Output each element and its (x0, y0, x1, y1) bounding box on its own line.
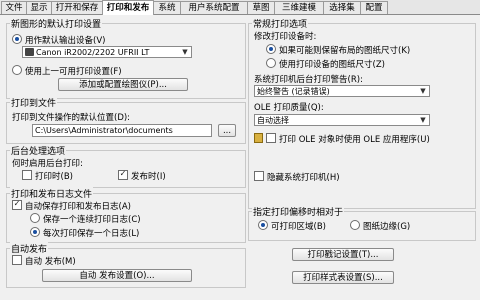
tab-display[interactable]: 显示 (26, 1, 52, 14)
background-plotting-checkbox[interactable]: 打印时(B) (22, 170, 73, 182)
options-tab-strip: 文件 显示 打开和保存 打印和发布 系统 用户系统配置 草图 三维建模 选择集 … (0, 0, 480, 15)
tab-system[interactable]: 系统 (153, 1, 181, 14)
auto-save-log-checkbox[interactable]: 自动保存打印和发布日志(A) (12, 200, 131, 212)
checkbox-checked-icon (118, 170, 128, 180)
use-device-paper-size-option[interactable]: 使用打印设备的图纸尺寸(Z) (266, 58, 385, 70)
radio-icon (12, 65, 22, 75)
checkbox-icon (22, 170, 32, 180)
plot-to-file-title: 打印到文件 (10, 96, 58, 109)
ole-quality-label: OLE 打印质量(Q): (254, 103, 324, 113)
chevron-down-icon: ▼ (182, 48, 188, 56)
background-publishing-checkbox[interactable]: 发布时(I) (118, 170, 166, 182)
auto-publish-checkbox[interactable]: 自动 发布(M) (12, 255, 76, 267)
tab-plot-publish[interactable]: 打印和发布 (102, 0, 154, 15)
plot-to-file-path-input[interactable]: C:\Users\Administrator\documents (32, 124, 212, 137)
radio-icon (266, 58, 276, 68)
tab-3d-modeling[interactable]: 三维建模 (274, 1, 324, 14)
radio-icon (30, 213, 40, 223)
tab-selection[interactable]: 选择集 (323, 1, 361, 14)
plot-stamp-settings-button[interactable]: 打印戳记设置(T)... (292, 248, 394, 261)
chevron-down-icon: ▼ (420, 87, 426, 95)
use-ole-app-checkbox[interactable]: 打印 OLE 对象时使用 OLE 应用程序(U) (254, 133, 430, 145)
auto-publish-title: 自动发布 (10, 242, 49, 255)
radio-selected-icon (266, 44, 276, 54)
checkbox-icon (266, 133, 276, 143)
checkbox-checked-icon (12, 200, 22, 210)
background-when-label: 何时启用后台打印: (12, 159, 83, 169)
background-processing-title: 后台处理选项 (10, 144, 67, 157)
hide-system-printers-checkbox[interactable]: 隐藏系统打印机(H) (254, 171, 340, 183)
tab-profiles[interactable]: 配置 (360, 1, 388, 14)
spooler-alert-label: 系统打印机后台打印警告(R): (254, 75, 363, 85)
new-plot-settings-title: 新图形的默认打印设置 (10, 17, 103, 30)
radio-selected-icon (30, 227, 40, 237)
radio-icon (350, 220, 360, 230)
tab-open-save[interactable]: 打开和保存 (51, 1, 103, 14)
log-per-plot-option[interactable]: 每次打印保存一个日志(L) (30, 227, 139, 239)
auto-publish-settings-button[interactable]: 自动 发布设置(O)... (42, 269, 192, 282)
printable-area-option[interactable]: 可打印区域(B) (258, 220, 326, 232)
plot-to-file-label: 打印到文件操作的默认位置(D): (12, 113, 131, 123)
keep-layout-paper-size-option[interactable]: 如果可能则保留布局的图纸尺寸(K) (266, 44, 410, 56)
spooler-alert-select[interactable]: 始终警告 (记录错误) ▼ (254, 85, 430, 97)
radio-selected-icon (258, 220, 268, 230)
output-device-select[interactable]: Canon iR2002/2202 UFRII LT ▼ (22, 46, 192, 58)
tab-drafting[interactable]: 草图 (247, 1, 275, 14)
tab-file[interactable]: 文件 (1, 1, 27, 14)
general-plot-options-title: 常规打印选项 (252, 17, 309, 30)
use-last-settings-option[interactable]: 使用上一可用打印设置(F) (12, 65, 122, 77)
radio-selected-icon (12, 34, 22, 44)
add-plotter-button[interactable]: 添加或配置绘图仪(P)... (58, 78, 188, 91)
ole-quality-select[interactable]: 自动选择 ▼ (254, 114, 430, 126)
chevron-down-icon: ▼ (420, 116, 426, 124)
checkbox-icon (254, 171, 264, 181)
edge-of-paper-option[interactable]: 图纸边缘(G) (350, 220, 410, 232)
shield-icon (254, 133, 263, 143)
modify-device-label: 修改打印设备时: (254, 32, 317, 42)
plot-offset-title: 指定打印偏移时相对于 (252, 205, 345, 218)
checkbox-icon (12, 255, 22, 265)
log-file-title: 打印和发布日志文件 (10, 187, 94, 200)
continuous-log-option[interactable]: 保存一个连续打印日志(C) (30, 213, 141, 225)
use-default-device-option[interactable]: 用作默认输出设备(V) (12, 34, 105, 46)
tab-user-preferences[interactable]: 用户系统配置 (180, 1, 248, 14)
plot-style-table-settings-button[interactable]: 打印样式表设置(S)... (292, 271, 394, 284)
plot-publish-panel: 新图形的默认打印设置 用作默认输出设备(V) Canon iR2002/2202… (2, 15, 478, 298)
printer-icon (25, 48, 34, 56)
browse-button[interactable]: ... (218, 124, 236, 137)
